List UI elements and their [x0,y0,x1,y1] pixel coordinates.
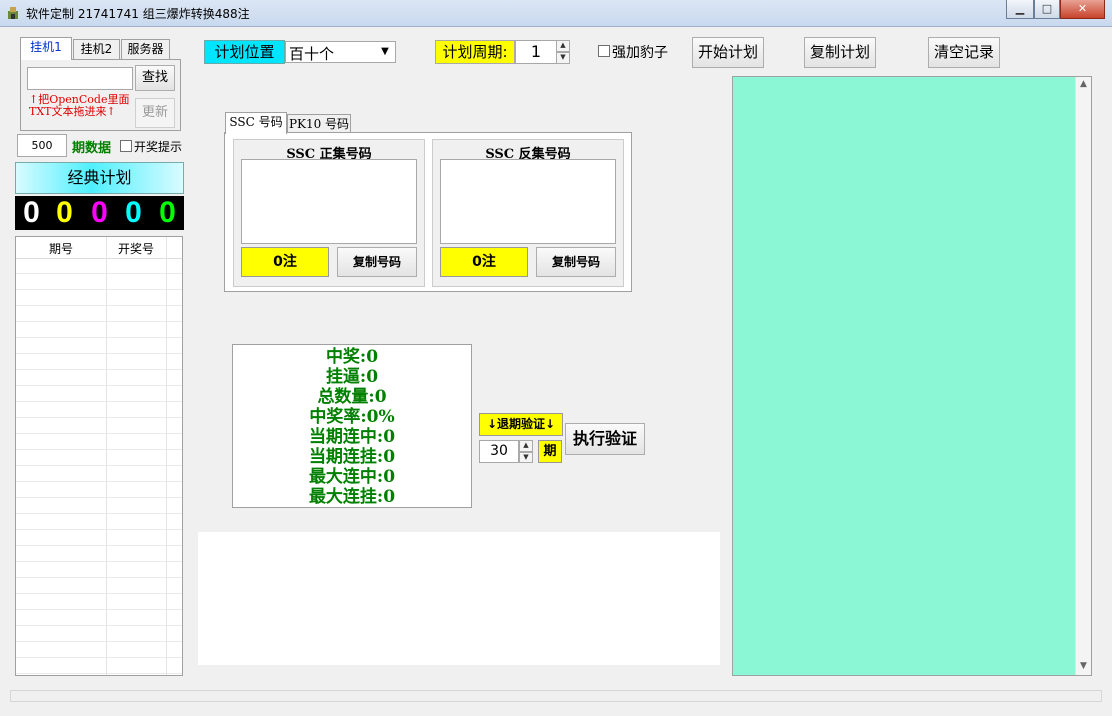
column-header-period[interactable]: 期号 [16,240,106,257]
period-data-label: 期数据 [72,141,112,156]
verify-period-unit: 期 [538,440,562,463]
column-divider [166,237,167,675]
minimize-button[interactable]: ▁ [1006,0,1034,19]
backtrack-verify-label: ↓退期验证↓ [479,413,563,436]
clear-records-button[interactable]: 清空记录 [928,37,1000,68]
window-title: 软件定制 21741741 组三爆炸转换488注 [26,7,250,21]
plan-position-value: 百十个 [289,45,335,63]
ssc-code-panel: SSC 正集号码 0注 复制号码 SSC 反集号码 0注 复制号码 [224,132,632,292]
stat-max-loss-streak: 最大连挂:0 [308,487,396,507]
copy-positive-codes-button[interactable]: 复制号码 [337,247,417,277]
positive-codes-textarea[interactable] [241,159,417,244]
plan-output-panel[interactable]: ▲ ▼ [732,76,1092,676]
negative-codes-textarea[interactable] [440,159,616,244]
verify-period-input[interactable]: 30 [479,440,519,463]
stat-win-rate: 中奖率:0% [309,407,395,427]
plan-period-label: 计划周期: [435,40,515,64]
verify-period-up[interactable]: ▲ [519,440,533,452]
copy-negative-codes-button[interactable]: 复制号码 [536,247,616,277]
tab-hangup-1[interactable]: 挂机1 [20,37,72,60]
history-table[interactable]: 期号 开奖号 [15,236,183,676]
plan-period-down[interactable]: ▼ [556,52,570,64]
stat-total: 总数量:0 [317,387,387,407]
stat-losses: 挂逼:0 [325,367,379,387]
vertical-scrollbar[interactable]: ▲ ▼ [1075,77,1091,675]
plan-period-input[interactable]: 1 [515,40,557,64]
start-plan-button[interactable]: 开始计划 [692,37,764,68]
digit-3: 0 [84,196,115,230]
negative-group: SSC 反集号码 0注 复制号码 [432,139,624,287]
drag-hint-line2: TXT文本拖进来↑ [29,105,116,118]
status-strip [10,690,1102,702]
strong-leopard-label: 强加豹子 [612,45,668,61]
column-header-draw-number[interactable]: 开奖号 [106,240,166,257]
app-icon [8,7,18,19]
verify-period-down[interactable]: ▼ [519,452,533,463]
opencode-input[interactable] [27,67,133,90]
column-divider [106,237,107,675]
classic-plan-button[interactable]: 经典计划 [15,162,184,194]
positive-group: SSC 正集号码 0注 复制号码 [233,139,425,287]
stats-panel: 中奖:0 挂逼:0 总数量:0 中奖率:0% 当期连中:0 当期连挂:0 最大连… [232,344,472,508]
copy-plan-button[interactable]: 复制计划 [804,37,876,68]
digit-4: 0 [118,196,149,230]
update-button[interactable]: 更新 [135,98,175,128]
execute-verify-button[interactable]: 执行验证 [565,423,645,455]
stat-max-win-streak: 最大连中:0 [308,467,396,487]
plan-position-select[interactable]: 百十个 ▼ [285,41,396,63]
close-button[interactable]: ✕ [1060,0,1105,19]
positive-count-label: 0注 [241,247,329,277]
period-count-input[interactable]: 500 [17,134,67,157]
tab-ssc-codes[interactable]: SSC 号码 [225,112,287,134]
chevron-down-icon[interactable]: ▼ [376,43,394,61]
stat-current-win-streak: 当期连中:0 [308,427,396,447]
plan-period-up[interactable]: ▲ [556,40,570,52]
maximize-button[interactable]: □ [1034,0,1060,19]
log-area[interactable] [198,532,720,665]
strong-leopard-checkbox[interactable] [598,45,610,57]
hangup-panel: 查找 ↑把OpenCode里面 TXT文本拖进来↑ 更新 [20,59,181,131]
search-button[interactable]: 查找 [135,65,175,91]
tab-server[interactable]: 服务器 [121,39,170,59]
stat-current-loss-streak: 当期连挂:0 [308,447,396,467]
plan-position-label: 计划位置 [204,40,285,64]
open-prompt-label: 开奖提示 [134,140,183,154]
stat-wins: 中奖:0 [325,347,379,367]
digit-1: 0 [16,196,47,230]
scroll-down-icon[interactable]: ▼ [1078,661,1089,671]
scroll-up-icon[interactable]: ▲ [1078,79,1089,89]
title-bar[interactable]: 软件定制 21741741 组三爆炸转换488注 ▁ □ ✕ [0,0,1112,27]
open-prompt-checkbox[interactable] [120,140,132,152]
digit-5: 0 [152,196,183,230]
digit-2: 0 [49,196,80,230]
tab-pk10-codes[interactable]: PK10 号码 [287,114,351,133]
tab-hangup-2[interactable]: 挂机2 [73,39,120,59]
negative-count-label: 0注 [440,247,528,277]
